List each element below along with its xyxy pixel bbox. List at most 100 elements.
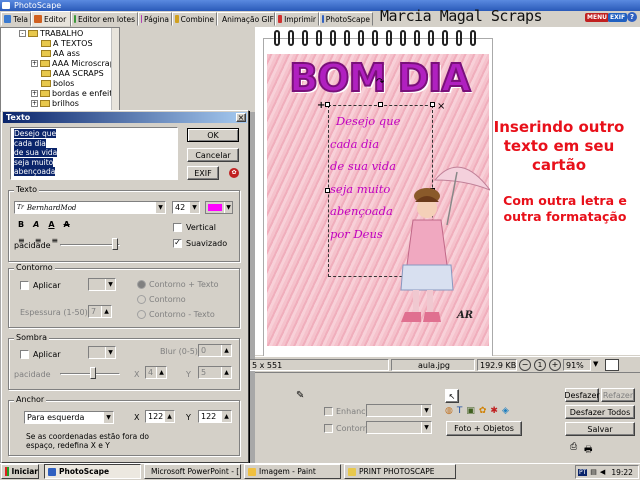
fullscreen-icon[interactable] bbox=[605, 359, 619, 371]
suavizado-checkbox[interactable]: ✓ bbox=[173, 239, 182, 248]
taskbar-item-paint[interactable]: Imagem - Paint bbox=[244, 464, 341, 479]
network-icon[interactable]: ▤ bbox=[590, 468, 597, 476]
tree-item-trabalho[interactable]: - TRABALHO bbox=[19, 29, 83, 38]
language-indicator[interactable]: PT bbox=[578, 468, 588, 476]
bold-button[interactable]: B bbox=[18, 220, 24, 229]
contorno-radio[interactable] bbox=[137, 295, 146, 304]
text-input-area[interactable]: Desejo que cada dia de sua vida seja mui… bbox=[10, 127, 178, 180]
tab-tela[interactable]: Tela bbox=[1, 12, 31, 26]
tree-scrollbar[interactable] bbox=[111, 28, 119, 111]
pointer-tool-button[interactable]: ↖ bbox=[445, 389, 459, 403]
tree-item-aa-ass[interactable]: AA ass bbox=[41, 49, 80, 58]
sombra-slider-thumb[interactable] bbox=[90, 367, 96, 379]
chevron-down-icon[interactable]: ▼ bbox=[155, 202, 165, 213]
balloon-icon[interactable]: ◍ bbox=[445, 406, 453, 418]
ok-button[interactable]: OK bbox=[187, 128, 239, 142]
contorno-aplicar-checkbox[interactable] bbox=[20, 281, 29, 290]
tree-item-bordas[interactable]: + bordas e enfeit bbox=[31, 89, 112, 98]
sombra-color[interactable]: ▼ bbox=[88, 346, 116, 359]
delete-handle-icon[interactable]: × bbox=[437, 101, 445, 112]
contorno-color[interactable]: ▼ bbox=[88, 278, 116, 291]
tab-combine[interactable]: Combine bbox=[172, 12, 217, 26]
refazer-button[interactable]: Refazer bbox=[601, 388, 635, 402]
print-icon[interactable]: 🖶 bbox=[584, 442, 593, 458]
font-size-select[interactable]: 42 ▼ bbox=[172, 201, 200, 214]
sombra-y-input[interactable]: 5 ▲ bbox=[198, 366, 232, 379]
tab-editor[interactable]: Editor bbox=[31, 11, 71, 27]
strike-button[interactable]: A bbox=[64, 220, 70, 229]
anchor-select[interactable]: Para esquerda ▼ bbox=[24, 411, 114, 424]
expand-icon[interactable]: + bbox=[31, 100, 38, 107]
chevron-down-icon[interactable]: ▼ bbox=[103, 412, 113, 423]
sombra-x-input[interactable]: 4 ▲ bbox=[145, 366, 167, 379]
exif-button[interactable]: EXIF bbox=[187, 166, 219, 180]
zoom-fit-icon[interactable]: 1 bbox=[534, 359, 546, 371]
text-color-swatch[interactable]: ▼ bbox=[205, 201, 233, 214]
tab-editor-lotes[interactable]: Editor em lotes bbox=[71, 12, 138, 26]
anchor-note: Se as coordenadas estão fora do espaço, … bbox=[26, 432, 149, 450]
tree-item-brilhos[interactable]: + brilhos bbox=[31, 99, 79, 108]
help-badge-icon[interactable]: ✿ bbox=[229, 168, 239, 178]
foto-objetos-button[interactable]: Foto + Objetos bbox=[446, 421, 522, 436]
cancel-button[interactable]: Cancelar bbox=[187, 148, 239, 162]
enhancer-select[interactable]: ▼ bbox=[366, 404, 432, 417]
tab-photoscape[interactable]: PhotoScape bbox=[319, 12, 373, 26]
desfazer-button[interactable]: Desfazer bbox=[564, 388, 600, 402]
opacity-slider-thumb[interactable] bbox=[112, 238, 118, 250]
blur-input[interactable]: 0 ▲ bbox=[198, 344, 232, 357]
zoom-in-icon[interactable]: + bbox=[549, 359, 561, 371]
pen-icon[interactable]: ✎ bbox=[296, 390, 304, 401]
expand-icon[interactable]: + bbox=[31, 60, 38, 67]
tab-imprimir[interactable]: Imprimir bbox=[275, 12, 319, 26]
align-right-icon[interactable]: ≡ bbox=[51, 236, 58, 245]
collapse-icon[interactable]: - bbox=[19, 30, 26, 37]
italic-button[interactable]: A bbox=[33, 220, 39, 229]
sombra-aplicar-checkbox[interactable] bbox=[20, 350, 29, 359]
resize-handle[interactable] bbox=[325, 102, 330, 107]
zoom-dropdown-icon[interactable]: ▼ bbox=[593, 360, 598, 368]
menu-badge[interactable]: MENU bbox=[585, 13, 609, 22]
resize-handle[interactable] bbox=[378, 102, 383, 107]
zoom-out-icon[interactable]: − bbox=[519, 359, 531, 371]
tree-item-aaa-microscrap[interactable]: + AAA Microscrap bbox=[31, 59, 115, 68]
text-tool-icon[interactable]: T bbox=[457, 406, 463, 418]
tree-item-a-textos[interactable]: A TEXTOS bbox=[41, 39, 93, 48]
taskbar-item-print-photoscape[interactable]: PRINT PHOTOSCAPE bbox=[344, 464, 456, 479]
tree-item-aaa-scraps[interactable]: AAA SCRAPS bbox=[41, 69, 104, 78]
opacity-slider-track[interactable] bbox=[60, 244, 120, 246]
expand-icon[interactable]: + bbox=[31, 90, 38, 97]
taskbar-item-powerpoint[interactable]: Microsoft PowerPoint - [... bbox=[144, 464, 241, 479]
contorno-bottom-select[interactable]: ▼ bbox=[366, 421, 432, 434]
anchor-x-input[interactable]: 122 ▲ bbox=[145, 410, 175, 423]
desfazer-todos-button[interactable]: Desfazer Todos bbox=[565, 405, 635, 419]
shape-tool-icon[interactable]: ✱ bbox=[490, 406, 498, 418]
stamp-tool-icon[interactable]: ◈ bbox=[502, 406, 509, 418]
start-button[interactable]: Iniciar bbox=[1, 464, 39, 479]
volume-icon[interactable]: ◀ bbox=[600, 468, 605, 476]
font-select[interactable]: Tr BernhardMod ▼ bbox=[14, 201, 166, 214]
contorno-minus-radio[interactable] bbox=[137, 310, 146, 319]
symbol-tool-icon[interactable]: ✿ bbox=[479, 406, 487, 418]
help-icon[interactable]: ? bbox=[627, 12, 637, 22]
anchor-y-input[interactable]: 122 ▲ bbox=[198, 410, 232, 423]
espessura-input[interactable]: 7 ▲ bbox=[88, 305, 112, 318]
taskbar-item-photoscape[interactable]: PhotoScape bbox=[44, 464, 141, 479]
underline-button[interactable]: A bbox=[48, 220, 54, 229]
tab-pagina[interactable]: Página bbox=[138, 12, 172, 26]
enhancer-checkbox[interactable] bbox=[324, 407, 333, 416]
tab-animacao-gif[interactable]: Animação GIF bbox=[217, 12, 275, 26]
dialog-titlebar[interactable]: Texto bbox=[3, 112, 247, 123]
vertical-checkbox[interactable] bbox=[173, 223, 182, 232]
chevron-down-icon[interactable]: ▼ bbox=[189, 202, 199, 213]
chevron-down-icon[interactable]: ▼ bbox=[224, 202, 232, 213]
photo-tool-icon[interactable]: ▣ bbox=[466, 406, 475, 418]
salvar-button[interactable]: Salvar bbox=[565, 422, 635, 436]
exif-badge[interactable]: EXIF bbox=[608, 13, 628, 22]
dialog-close-button[interactable]: × bbox=[236, 113, 246, 122]
contorno-texto-radio[interactable] bbox=[137, 280, 146, 289]
rotate-handle-icon[interactable]: ↷ bbox=[376, 77, 384, 88]
resize-handle[interactable] bbox=[430, 102, 435, 107]
share-icon[interactable]: ⎙ bbox=[570, 442, 577, 452]
tree-item-bolos[interactable]: bolos bbox=[41, 79, 74, 88]
contorno-bottom-checkbox[interactable] bbox=[324, 424, 333, 433]
